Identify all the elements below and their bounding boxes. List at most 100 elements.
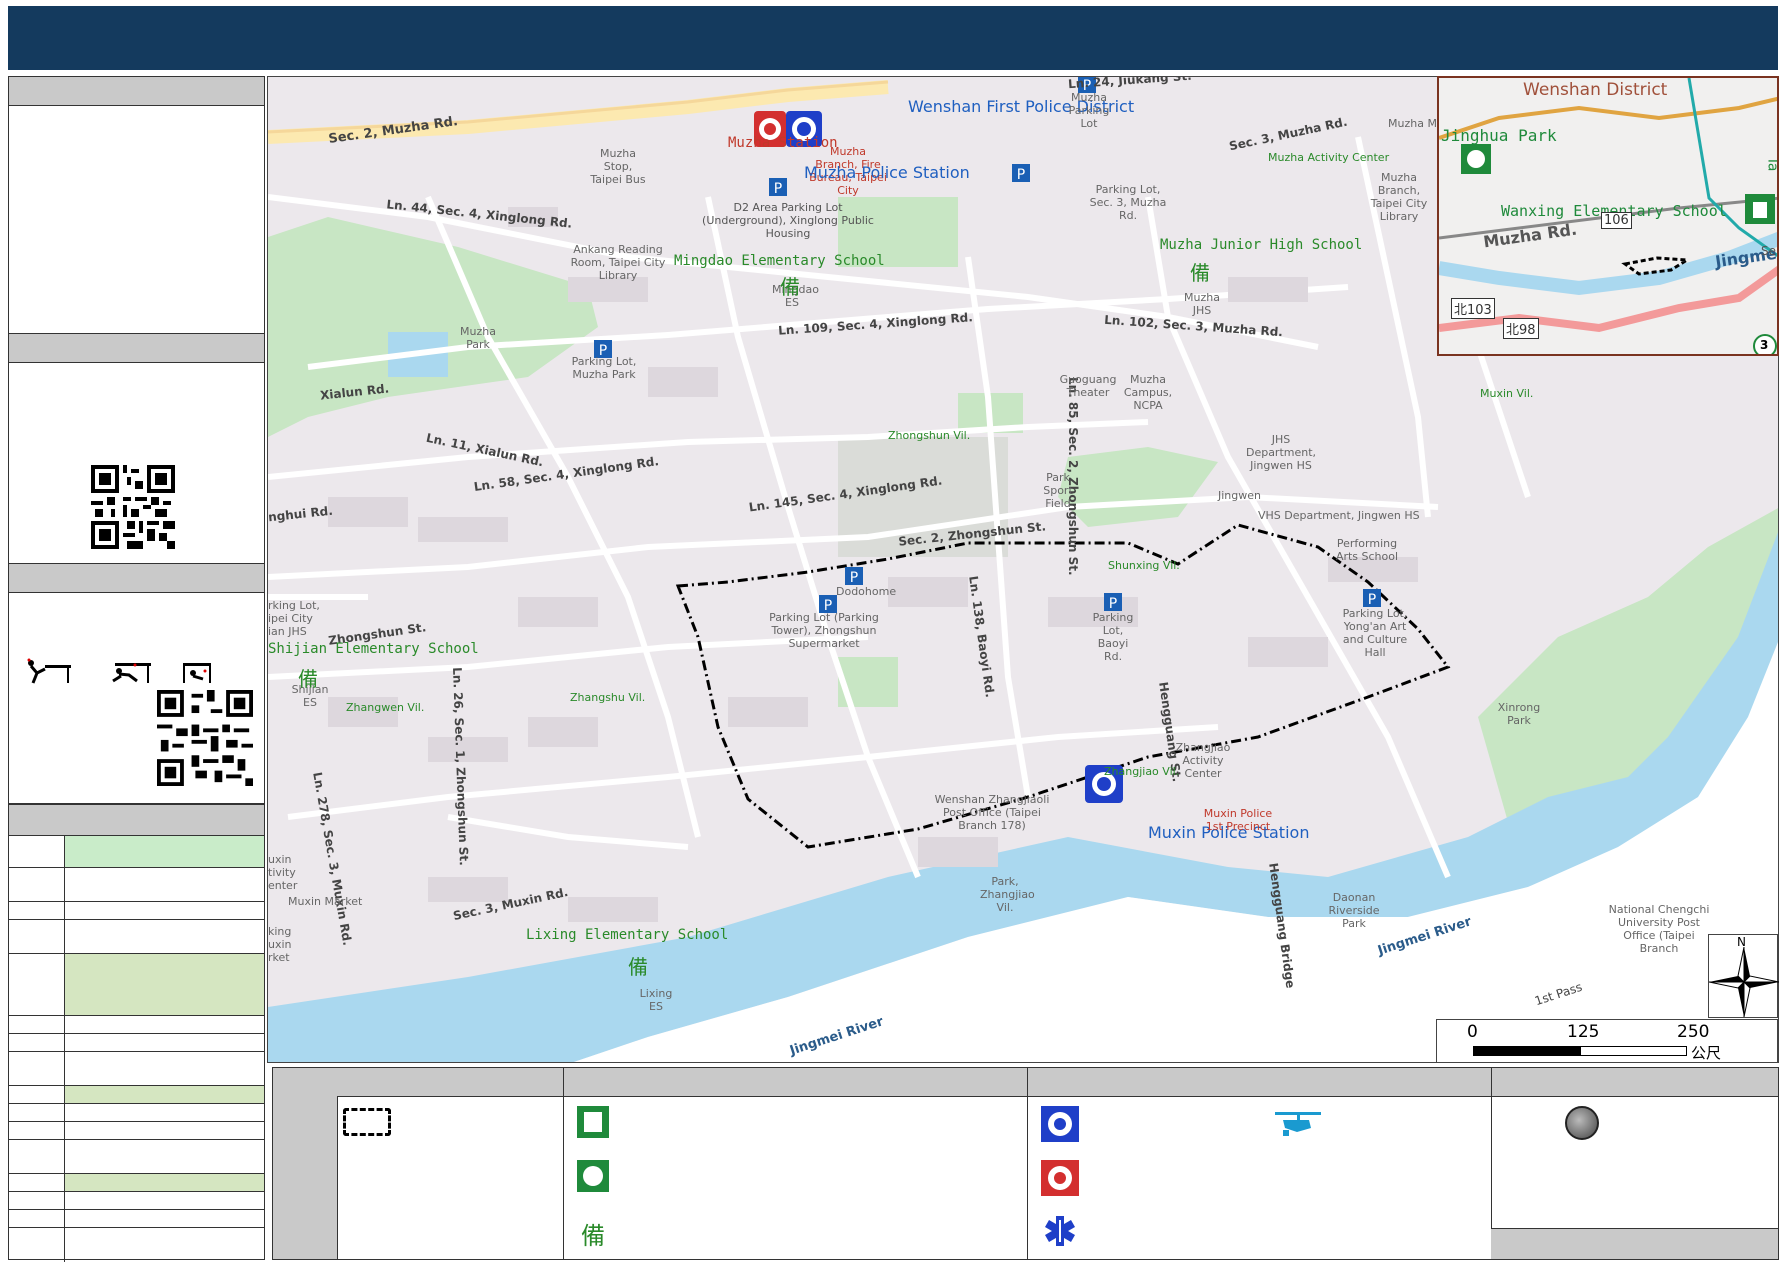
police-icon [1041,1106,1079,1142]
reserve-icon: 備 [628,955,648,979]
road-label: Ln. 11, Xialun Rd. [424,430,545,470]
legend-divider [1027,1068,1028,1259]
poi-label: Muzha JHS [1184,291,1220,317]
poi-label: Shunxing Vil. [1108,559,1180,572]
poi-label: Lixing Elementary School [526,927,729,943]
route-shield: 北103 [1451,298,1495,319]
poi-label: National Chengchi University Post Office… [1608,903,1710,955]
route-shield: 106 [1601,212,1632,229]
road-label: Sec. 2, Zhongshun St. [897,519,1047,549]
drop-icon [27,658,71,684]
road-label: Ln. 26, Sec. 1, Zhongshun St. [450,667,471,866]
inset-map[interactable]: Wenshan District Jinghua Park Wanxing El… [1437,76,1779,356]
poi-label: Muzha Stop, Taipei Bus [590,147,646,186]
river-label: Jingmei River [788,1014,886,1059]
table-row [9,1173,264,1192]
reserve-icon: 備 [1190,261,1210,285]
poi-label: Shijian Elementary School [268,641,479,657]
inset-district-label: Wenshan District [1523,80,1668,100]
title-bar [8,6,1778,70]
road-label: Ln. 138, Baoyi Rd. [966,575,998,699]
table-row [9,867,264,902]
table-row [9,1033,264,1052]
fire-station-icon [1041,1160,1079,1196]
north-arrow: N [1708,934,1779,1018]
qr-code-2[interactable] [157,690,253,786]
medical-icon [1043,1214,1077,1248]
poi-label: Muxin Police 1st Precinct [1203,807,1273,833]
inset-label: Se [1761,244,1776,258]
poi-label: uxin tivity enter [268,853,298,892]
legend-divider [563,1068,564,1259]
legend-panel: 備 [272,1067,1779,1260]
section-header-1 [9,77,264,106]
table-row [9,835,264,868]
road-label: Sec. 3, Muzha Rd. [1227,114,1349,154]
poi-label: Guoguang Theater [1059,373,1117,399]
scale-segment [1580,1046,1687,1056]
poi-label: Park, Zhangjiao Vil. [980,875,1035,914]
scale-bar: 0 125 250 公尺 [1436,1019,1778,1063]
poi-label: Zhangjiao Vil. [1104,765,1180,778]
poi-label: Parking Lot (Parking Tower), Zhongshun S… [769,611,879,650]
park-icon [1461,144,1491,174]
poi-label: Performing Arts School [1335,537,1399,563]
scale-tick: 250 [1677,1022,1710,1042]
river-label: Jingmei River [1376,914,1474,959]
boundary-legend-icon [343,1108,391,1136]
legend-header [337,1068,1778,1097]
poi-label: VHS Department, Jingwen HS [1258,509,1420,522]
left-info-panel [8,76,265,1262]
inset-park-label: Jinghua Park [1441,126,1557,145]
reserve-icon: 備 [298,667,318,691]
poi-label: Muxin Market [288,895,363,908]
road-label: Hengguang Bridge [1266,862,1298,990]
section-header-2 [9,333,264,363]
poi-label: Xinrong Park [1497,701,1541,727]
road-label: Ln. 24, Jiukang St. [1067,76,1193,92]
poi-label: Zhongshun Vil. [888,429,971,442]
poi-label: Wenshan Zhangjiaoli Post Office (Taipei … [934,793,1050,832]
poi-label: Parking Lot, Yong'an Art and Culture Hal… [1342,607,1408,659]
table-row [9,1139,264,1174]
table-row [9,1209,264,1228]
poi-label: rking Lot, ipei City ian JHS [268,599,320,638]
road-label: Ln. 44, Sec. 4, Xinglong Rd. [385,197,573,231]
scale-tick: 0 [1467,1022,1478,1042]
table-row [9,1191,264,1210]
poi-label: Mingdao Elementary School [674,253,885,269]
table-row [9,1103,264,1122]
qr-code[interactable] [91,465,175,549]
hold-icon [183,663,211,683]
table-row [9,919,264,954]
school-shelter-icon [1745,194,1775,224]
reserve-icon: 備 [581,1222,605,1250]
poi-label: Muzha Park [460,325,496,351]
poi-label: Ankang Reading Room, Taipei City Library [570,243,666,282]
assembly-point-icon [1565,1106,1599,1140]
road-label: Sec. 2, Muzha Rd. [327,113,459,148]
helicopter-icon [1273,1108,1323,1138]
poi-label: Muxin Vil. [1480,387,1534,400]
route-shield: 3 [1760,338,1769,352]
poi-label: Dodohome [836,585,897,598]
scale-tick: 125 [1567,1022,1600,1042]
poi-label: Zhangshu Vil. [570,691,646,704]
poi-label: Zhangwen Vil. [346,701,425,714]
road-label: Sec. 3, Muxin Rd. [451,884,570,924]
inset-label: Ta [1764,156,1779,172]
table-row [9,1051,264,1086]
table-row [9,1015,264,1034]
road-label: Ln. 145, Sec. 4, Xinglong Rd. [747,473,944,515]
poi-label: JHS Department, Jingwen HS [1245,433,1317,472]
poi-label: Lixing ES [639,987,673,1013]
table-row [9,901,264,920]
poi-label: Muzha Campus, NCPA [1123,373,1173,412]
evacuation-park-icon [577,1160,609,1192]
poi-label: Muzha Branch, Taipei City Library [1370,171,1428,223]
poi-label: Muzha Police Station [804,163,970,182]
poi-label: Muzha Parking Lot [1068,91,1110,130]
poi-label: Park Sport Field [1043,471,1073,510]
road-label: Ln. 278, Sec. 3, Muxin Rd. [310,771,355,947]
poi-label: D2 Area Parking Lot (Underground), Xingl… [702,201,874,240]
